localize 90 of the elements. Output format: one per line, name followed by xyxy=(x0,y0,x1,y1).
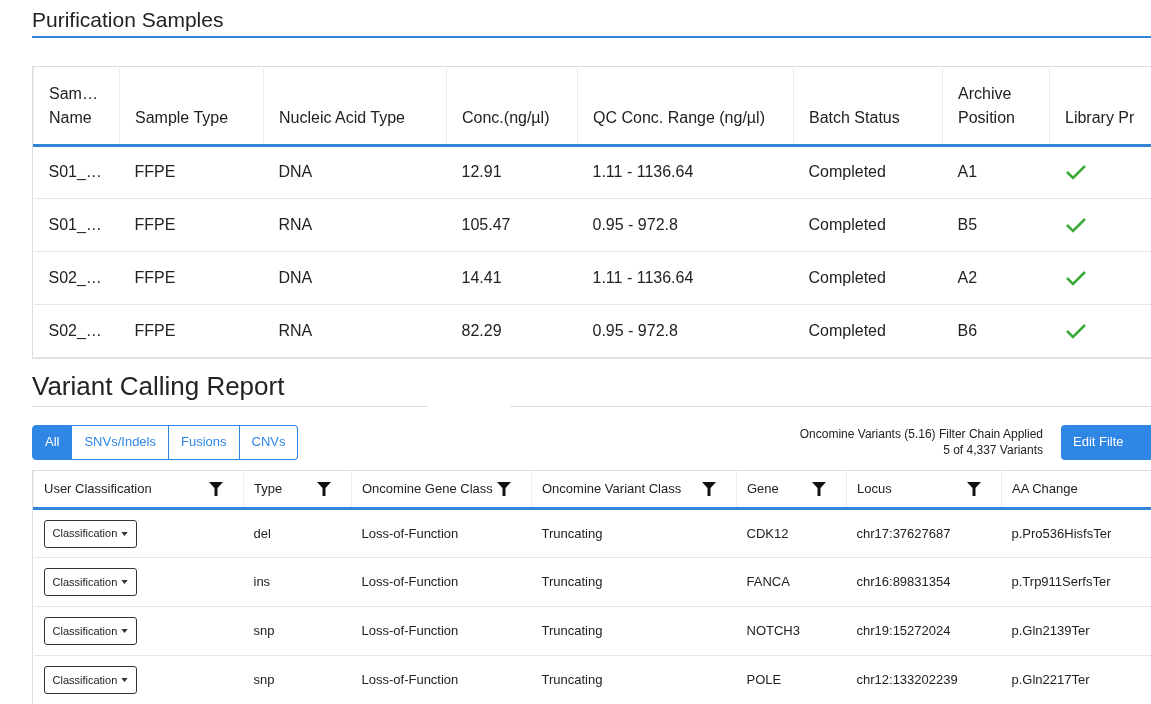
table-cell: Truncating xyxy=(541,574,603,590)
table-cell: FFPE xyxy=(134,163,176,180)
table-cell: 14.41 xyxy=(461,268,502,286)
filter-icon[interactable] xyxy=(317,481,331,496)
table-cell: chr12:133202239 xyxy=(856,672,958,688)
filter-tab[interactable]: SNVs/Indels xyxy=(72,424,169,460)
table-cell: DNA xyxy=(278,163,313,180)
table-cell: 0.95 - 972.8 xyxy=(592,215,678,233)
table-cell: B5 xyxy=(957,215,978,233)
classification-dropdown[interactable]: Classification xyxy=(43,568,138,596)
table-cell: Truncating xyxy=(541,672,603,688)
filter-icon[interactable] xyxy=(497,481,511,496)
table-cell: Loss-of-Function xyxy=(361,574,459,590)
table-cell: CDK12 xyxy=(746,525,789,541)
table-cell: FFPE xyxy=(134,321,176,339)
filter-icon[interactable] xyxy=(967,481,981,496)
table-cell: Completed xyxy=(808,163,886,180)
section-title: Purification Samples xyxy=(32,7,224,33)
column-header: Oncomine Variant Class xyxy=(542,480,682,498)
table-cell: Loss-of-Function xyxy=(361,672,459,688)
table-cell: del xyxy=(253,525,271,541)
classification-dropdown[interactable]: Classification xyxy=(43,617,138,645)
column-header: Archive Position xyxy=(958,84,1015,126)
table-cell: DNA xyxy=(278,268,313,286)
table-cell: Loss-of-Function xyxy=(361,525,459,541)
caret-icon xyxy=(121,580,129,584)
table-cell: FFPE xyxy=(134,268,176,286)
filter-icon[interactable] xyxy=(209,481,223,496)
table-cell: RNA xyxy=(278,215,313,233)
table-cell: Completed xyxy=(808,268,886,286)
table-cell: S02_… xyxy=(48,268,102,286)
column-header: Batch Status xyxy=(809,108,900,126)
variant-count: 5 of 4,337 Variants xyxy=(943,442,1043,458)
caret-icon xyxy=(121,678,129,682)
column-header: QC Conc. Range (ng/µl) xyxy=(593,108,765,126)
table-cell: p.Gln2217Ter xyxy=(1011,672,1090,688)
table-cell: 12.91 xyxy=(461,163,502,180)
table-cell: B6 xyxy=(957,321,978,339)
table-cell: RNA xyxy=(278,321,313,339)
column-header: Gene xyxy=(747,480,779,498)
table-cell: p.Pro536HisfsTer xyxy=(1011,525,1112,541)
table-cell: chr17:37627687 xyxy=(856,525,951,541)
table-cell: p.Gln2139Ter xyxy=(1011,623,1090,639)
table-cell: A1 xyxy=(957,163,978,180)
column-header: Conc.(ng/µl) xyxy=(462,108,550,126)
edit-filter-button[interactable]: Edit Filte xyxy=(1061,424,1151,460)
table-cell: 82.29 xyxy=(461,321,502,339)
table-cell: FANCA xyxy=(746,574,790,590)
column-header: Locus xyxy=(857,480,892,498)
table-cell: p.Trp911SerfsTer xyxy=(1011,574,1111,590)
column-header: Nucleic Acid Type xyxy=(279,108,405,126)
table-cell: NOTCH3 xyxy=(746,623,800,639)
table-cell: FFPE xyxy=(134,215,176,233)
table-cell: Completed xyxy=(808,215,886,233)
table-cell: snp xyxy=(253,623,275,639)
table-cell: 0.95 - 972.8 xyxy=(592,321,678,339)
column-header: Oncomine Gene Class xyxy=(362,480,493,498)
table-cell: 1.11 - 1136.64 xyxy=(592,268,694,286)
table-cell: Truncating xyxy=(541,623,603,639)
column-header: Type xyxy=(254,480,283,498)
table-cell: Loss-of-Function xyxy=(361,623,459,639)
table-cell: 1.11 - 1136.64 xyxy=(592,163,694,180)
table-cell: snp xyxy=(253,672,275,688)
filter-tab[interactable]: All xyxy=(32,424,73,460)
caret-icon xyxy=(121,629,129,633)
table-cell: Truncating xyxy=(541,525,603,541)
table-cell: S02_… xyxy=(48,321,102,339)
classification-dropdown[interactable]: Classification xyxy=(43,666,138,694)
table-cell: chr16:89831354 xyxy=(856,574,951,590)
column-header: AA Change xyxy=(1012,480,1078,498)
filter-icon[interactable] xyxy=(812,481,826,496)
table-cell: S01_… xyxy=(48,215,102,233)
column-header: User Classification xyxy=(44,480,152,498)
table-cell: S01_… xyxy=(48,163,102,180)
classification-dropdown[interactable]: Classification xyxy=(43,519,138,548)
filter-icon[interactable] xyxy=(702,481,716,496)
column-header: Library Pr xyxy=(1065,108,1135,126)
filter-chain-label: Oncomine Variants (5.16) Filter Chain Applied xyxy=(799,426,1043,442)
section-title: Variant Calling Report xyxy=(32,370,285,401)
table-cell: ins xyxy=(253,574,271,590)
table-cell: 105.47 xyxy=(461,215,511,233)
table-cell: A2 xyxy=(957,268,978,286)
column-header: Sam… Name xyxy=(49,84,98,126)
column-header: Sample Type xyxy=(135,108,229,126)
table-cell: Completed xyxy=(808,321,886,339)
filter-tab[interactable]: CNVs xyxy=(239,424,299,460)
table-cell: POLE xyxy=(746,672,782,688)
caret-icon xyxy=(121,531,129,536)
filter-tab[interactable]: Fusions xyxy=(169,424,240,460)
table-cell: chr19:15272024 xyxy=(856,623,951,639)
